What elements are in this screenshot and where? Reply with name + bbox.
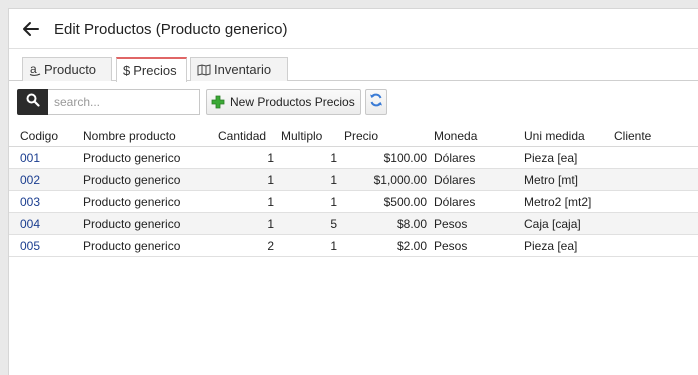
moneda-cell: Dólares [434, 195, 476, 209]
table-row[interactable]: 003 Producto generico 1 1 $500.00 Dólare… [9, 191, 698, 213]
search-icon [26, 93, 40, 112]
nombre-cell: Producto generico [83, 217, 181, 231]
uni-medida-cell: Pieza [ea] [524, 239, 578, 253]
table-row[interactable]: 004 Producto generico 1 5 $8.00 Pesos Ca… [9, 213, 698, 235]
precio-cell: $2.00 [396, 239, 427, 253]
uni-medida-cell: Pieza [ea] [524, 151, 578, 165]
toolbar: New Productos Precios [17, 89, 697, 115]
tab-producto[interactable]: a Producto [22, 57, 112, 81]
cantidad-cell: 1 [267, 195, 274, 209]
multiplo-cell: 1 [330, 151, 337, 165]
col-multiplo[interactable]: Multiplo [281, 125, 322, 147]
refresh-button[interactable] [365, 89, 387, 115]
precio-cell: $1,000.00 [373, 173, 427, 187]
page-title: Edit Productos (Producto generico) [54, 21, 288, 38]
moneda-cell: Pesos [434, 217, 468, 231]
tab-precios[interactable]: $ Precios [116, 57, 187, 82]
grid-header: Codigo Nombre producto Cantidad Multiplo… [9, 125, 698, 147]
col-cantidad[interactable]: Cantidad [218, 125, 266, 147]
svg-text:a: a [30, 63, 37, 76]
precio-cell: $100.00 [383, 151, 427, 165]
cantidad-cell: 2 [267, 239, 274, 253]
search-button[interactable] [17, 89, 48, 115]
page-header: Edit Productos (Producto generico) [9, 9, 698, 49]
cantidad-cell: 1 [267, 151, 274, 165]
moneda-cell: Dólares [434, 151, 476, 165]
codigo-link[interactable]: 003 [20, 191, 40, 213]
tab-producto-label: Producto [44, 62, 97, 77]
refresh-icon [369, 93, 383, 112]
table-row[interactable]: 001 Producto generico 1 1 $100.00 Dólare… [9, 147, 698, 169]
tab-inventario[interactable]: Inventario [190, 57, 288, 81]
cantidad-cell: 1 [267, 173, 274, 187]
col-codigo[interactable]: Codigo [20, 125, 58, 147]
moneda-cell: Pesos [434, 239, 468, 253]
search-input[interactable] [48, 89, 200, 115]
codigo-link[interactable]: 002 [20, 169, 40, 191]
col-moneda[interactable]: Moneda [434, 125, 477, 147]
edit-panel: Edit Productos (Producto generico) a Pro… [8, 8, 698, 375]
arrow-left-icon [21, 19, 43, 39]
table-row[interactable]: 002 Producto generico 1 1 $1,000.00 Dóla… [9, 169, 698, 191]
new-productos-precios-button[interactable]: New Productos Precios [206, 89, 361, 115]
nombre-cell: Producto generico [83, 173, 181, 187]
cantidad-cell: 1 [267, 217, 274, 231]
col-cliente[interactable]: Cliente [614, 125, 651, 147]
multiplo-cell: 1 [330, 195, 337, 209]
codigo-link[interactable]: 005 [20, 235, 40, 257]
amazon-icon: a [29, 63, 41, 76]
nombre-cell: Producto generico [83, 239, 181, 253]
table-row[interactable]: 005 Producto generico 2 1 $2.00 Pesos Pi… [9, 235, 698, 257]
codigo-link[interactable]: 001 [20, 147, 40, 169]
map-icon [197, 63, 211, 76]
plus-icon [211, 95, 225, 109]
moneda-cell: Dólares [434, 173, 476, 187]
codigo-link[interactable]: 004 [20, 213, 40, 235]
precios-grid: Codigo Nombre producto Cantidad Multiplo… [9, 125, 698, 257]
nombre-cell: Producto generico [83, 151, 181, 165]
col-nombre-producto[interactable]: Nombre producto [83, 125, 176, 147]
col-uni-medida[interactable]: Uni medida [524, 125, 585, 147]
tab-inventario-label: Inventario [214, 62, 272, 77]
col-precio[interactable]: Precio [344, 125, 378, 147]
tab-bar: a Producto $ Precios Inventario [9, 57, 698, 82]
multiplo-cell: 1 [330, 239, 337, 253]
multiplo-cell: 5 [330, 217, 337, 231]
uni-medida-cell: Caja [caja] [524, 217, 581, 231]
tab-precios-label: Precios [133, 63, 177, 78]
precio-cell: $8.00 [396, 217, 427, 231]
uni-medida-cell: Metro [mt] [524, 173, 579, 187]
dollar-icon: $ [123, 63, 131, 78]
uni-medida-cell: Metro2 [mt2] [524, 195, 592, 209]
precio-cell: $500.00 [383, 195, 427, 209]
back-button[interactable] [21, 19, 43, 39]
nombre-cell: Producto generico [83, 195, 181, 209]
multiplo-cell: 1 [330, 173, 337, 187]
new-button-label: New Productos Precios [230, 95, 355, 109]
